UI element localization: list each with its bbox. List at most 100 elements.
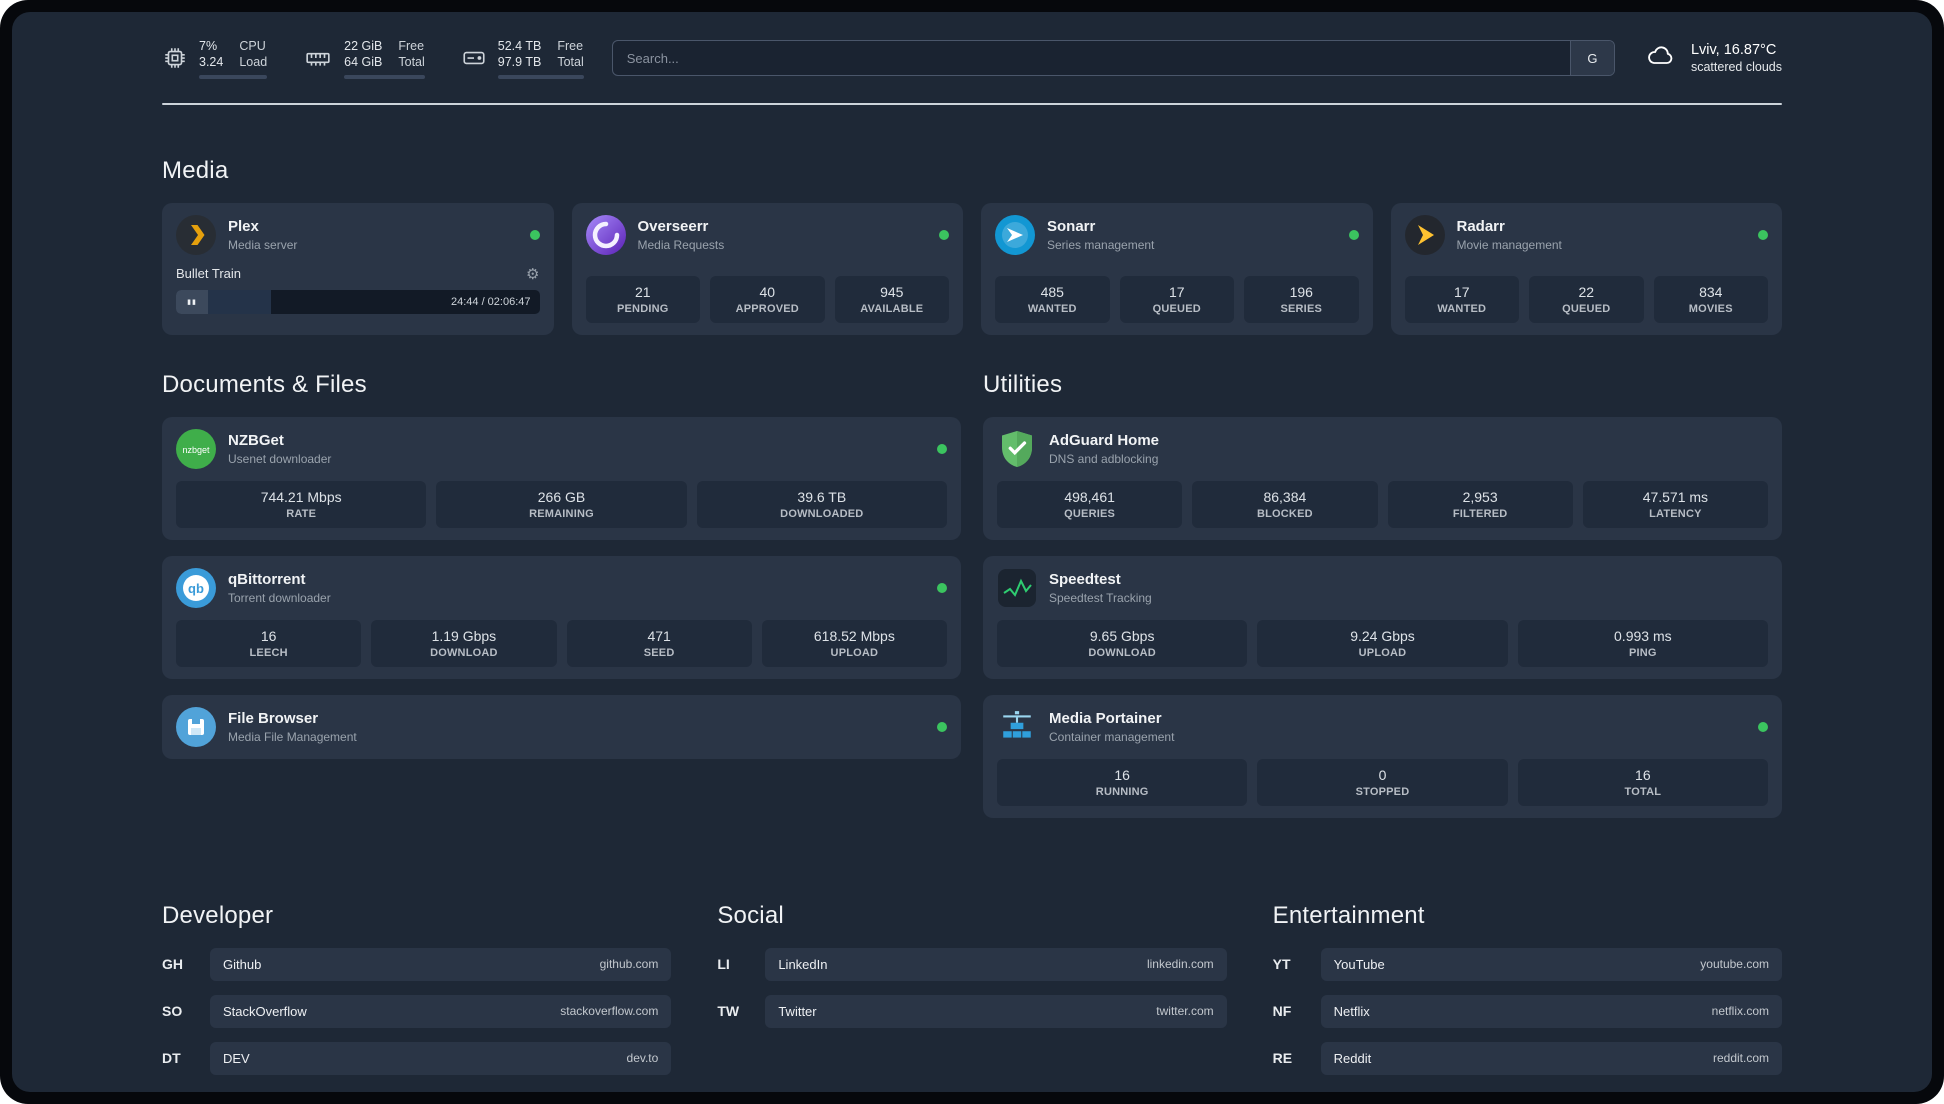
app-card-nzbget[interactable]: nzbget NZBGet Usenet downloader 744.21 M… xyxy=(162,416,961,540)
app-card-portainer[interactable]: Media Portainer Container management 16 … xyxy=(983,694,1782,818)
bookmark-url: dev.to xyxy=(626,1051,659,1065)
bookmark-url: youtube.com xyxy=(1700,957,1769,971)
search-input[interactable] xyxy=(612,50,1570,66)
stat-value: 9.65 Gbps xyxy=(1089,627,1155,644)
filebrowser-icon xyxy=(176,706,216,747)
qbittorrent-icon: qb xyxy=(176,567,216,608)
section-title-developer: Developer xyxy=(162,901,274,929)
bookmark-name: Reddit xyxy=(1333,1050,1372,1066)
app-card-plex[interactable]: Plex Media server Bullet Train ⚙ ▮▮ 24:4… xyxy=(162,202,554,335)
stat-tile: 39.6 TB DOWNLOADED xyxy=(696,480,947,528)
cpu-percent: 7% xyxy=(199,39,218,53)
bookmark-abbr: LI xyxy=(717,956,730,972)
portainer-icon xyxy=(997,707,1037,747)
disk-icon xyxy=(461,45,487,71)
overseerr-icon xyxy=(585,214,626,255)
svg-text:nzbget: nzbget xyxy=(182,445,210,455)
app-name: Overseerr xyxy=(637,217,709,235)
cloud-icon xyxy=(1643,42,1679,75)
stat-label: PING xyxy=(1628,646,1657,659)
disk-free-value: 52.4 TB xyxy=(497,39,542,53)
pause-icon[interactable]: ▮▮ xyxy=(176,289,208,314)
stat-value: 834 xyxy=(1699,283,1723,300)
bookmark-link-linkedin[interactable]: LinkedIn linkedin.com xyxy=(765,947,1227,981)
app-card-filebrowser[interactable]: File Browser Media File Management xyxy=(162,694,961,759)
status-dot xyxy=(529,229,540,240)
status-dot xyxy=(939,229,949,240)
bookmark-name: LinkedIn xyxy=(778,956,828,972)
nzbget-icon: nzbget xyxy=(176,428,216,469)
stat-label: UPLOAD xyxy=(1358,646,1407,659)
sonarr-icon xyxy=(995,214,1035,255)
stat-value: 945 xyxy=(880,283,904,300)
stat-label: DOWNLOAD xyxy=(430,646,498,659)
stat-label: UPLOAD xyxy=(830,646,879,659)
stat-value: 196 xyxy=(1289,283,1313,300)
stat-value: 266 GB xyxy=(537,488,586,505)
plex-icon xyxy=(176,214,216,255)
cpu-widget: 7% CPU 3.24 Load xyxy=(162,38,268,79)
app-card-sonarr[interactable]: Sonarr Series management 485 WANTED 17 Q… xyxy=(981,202,1373,335)
bookmark-row: NF Netflix netflix.com xyxy=(1273,994,1782,1028)
stat-tile: 21 PENDING xyxy=(585,275,700,323)
stat-tile: 9.65 Gbps DOWNLOAD xyxy=(997,619,1248,667)
bookmark-link-github[interactable]: Github github.com xyxy=(210,947,672,981)
ram-label-2: Total xyxy=(398,55,425,70)
media-progress-bar[interactable]: ▮▮ 24:44 / 02:06:47 xyxy=(176,289,540,314)
stat-value: 9.24 Gbps xyxy=(1350,627,1415,644)
stat-tile: 9.24 Gbps UPLOAD xyxy=(1257,619,1508,667)
bookmark-url: twitter.com xyxy=(1156,1004,1214,1018)
stat-value: 485 xyxy=(1040,283,1064,300)
bookmark-abbr: SO xyxy=(162,1003,183,1019)
bookmark-row: SO StackOverflow stackoverflow.com xyxy=(162,994,672,1028)
stat-label: REMAINING xyxy=(529,507,594,520)
section-title-media: Media xyxy=(162,156,229,184)
seek-track[interactable]: 24:44 / 02:06:47 xyxy=(208,289,540,314)
bookmark-link-youtube[interactable]: YouTube youtube.com xyxy=(1320,947,1782,981)
bookmark-link-reddit[interactable]: Reddit reddit.com xyxy=(1320,1041,1782,1075)
gear-icon[interactable]: ⚙ xyxy=(526,265,539,283)
speedtest-icon xyxy=(997,568,1037,608)
app-card-adguard[interactable]: AdGuard Home DNS and adblocking 498,461 … xyxy=(983,416,1782,540)
search-engine-button[interactable]: G xyxy=(1569,41,1614,76)
bookmark-link-twitter[interactable]: Twitter twitter.com xyxy=(765,994,1227,1028)
disk-widget: 52.4 TB Free 97.9 TB Total xyxy=(461,38,584,79)
stat-label: LEECH xyxy=(249,646,288,659)
header-bar: 7% CPU 3.24 Load 22 GiB Free 64 GiB Tota… xyxy=(162,38,1782,79)
weather-widget: Lviv, 16.87°C scattered clouds xyxy=(1643,42,1782,75)
stat-tile: 485 WANTED xyxy=(995,275,1110,323)
stat-value: 21 xyxy=(634,283,651,300)
stat-tile: 945 AVAILABLE xyxy=(834,275,949,323)
app-card-qbittorrent[interactable]: qb qBittorrent Torrent downloader 16 LEE… xyxy=(162,555,961,679)
section-media: Media Plex Media server Bullet Train ⚙ ▮… xyxy=(162,157,1782,335)
stat-value: 744.21 Mbps xyxy=(260,488,342,505)
stat-tile: 86,384 BLOCKED xyxy=(1192,480,1378,528)
svg-text:qb: qb xyxy=(188,581,204,596)
bookmark-url: linkedin.com xyxy=(1146,957,1214,971)
app-subtitle: Speedtest Tracking xyxy=(1049,590,1152,605)
app-subtitle: Container management xyxy=(1049,729,1175,744)
disk-label-1: Free xyxy=(557,39,584,53)
stat-label: WANTED xyxy=(1027,302,1077,315)
stat-value: 17 xyxy=(1453,283,1470,300)
bookmark-row: LI LinkedIn linkedin.com xyxy=(717,947,1227,981)
stat-tile: 16 TOTAL xyxy=(1517,758,1768,806)
stat-value: 39.6 TB xyxy=(797,488,847,505)
stat-tile: 40 APPROVED xyxy=(710,275,825,323)
app-card-speedtest[interactable]: Speedtest Speedtest Tracking 9.65 Gbps D… xyxy=(983,555,1782,679)
stat-label: AVAILABLE xyxy=(860,302,924,315)
disk-usage-bar xyxy=(497,74,584,79)
stat-value: 40 xyxy=(759,283,776,300)
bookmark-link-netflix[interactable]: Netflix netflix.com xyxy=(1320,994,1782,1028)
stat-label: BLOCKED xyxy=(1256,507,1313,520)
bookmark-link-dev[interactable]: DEV dev.to xyxy=(210,1041,672,1075)
bookmark-link-stackoverflow[interactable]: StackOverflow stackoverflow.com xyxy=(210,994,672,1028)
stat-value: 618.52 Mbps xyxy=(813,627,895,644)
radarr-icon xyxy=(1404,214,1445,255)
stat-label: DOWNLOADED xyxy=(780,507,864,520)
cpu-usage-bar xyxy=(199,74,268,79)
app-card-radarr[interactable]: Radarr Movie management 17 WANTED 22 QUE… xyxy=(1390,202,1782,335)
app-card-overseerr[interactable]: Overseerr Media Requests 21 PENDING 40 A… xyxy=(571,202,963,335)
ram-label-1: Free xyxy=(398,39,425,53)
section-title-social: Social xyxy=(717,901,784,929)
